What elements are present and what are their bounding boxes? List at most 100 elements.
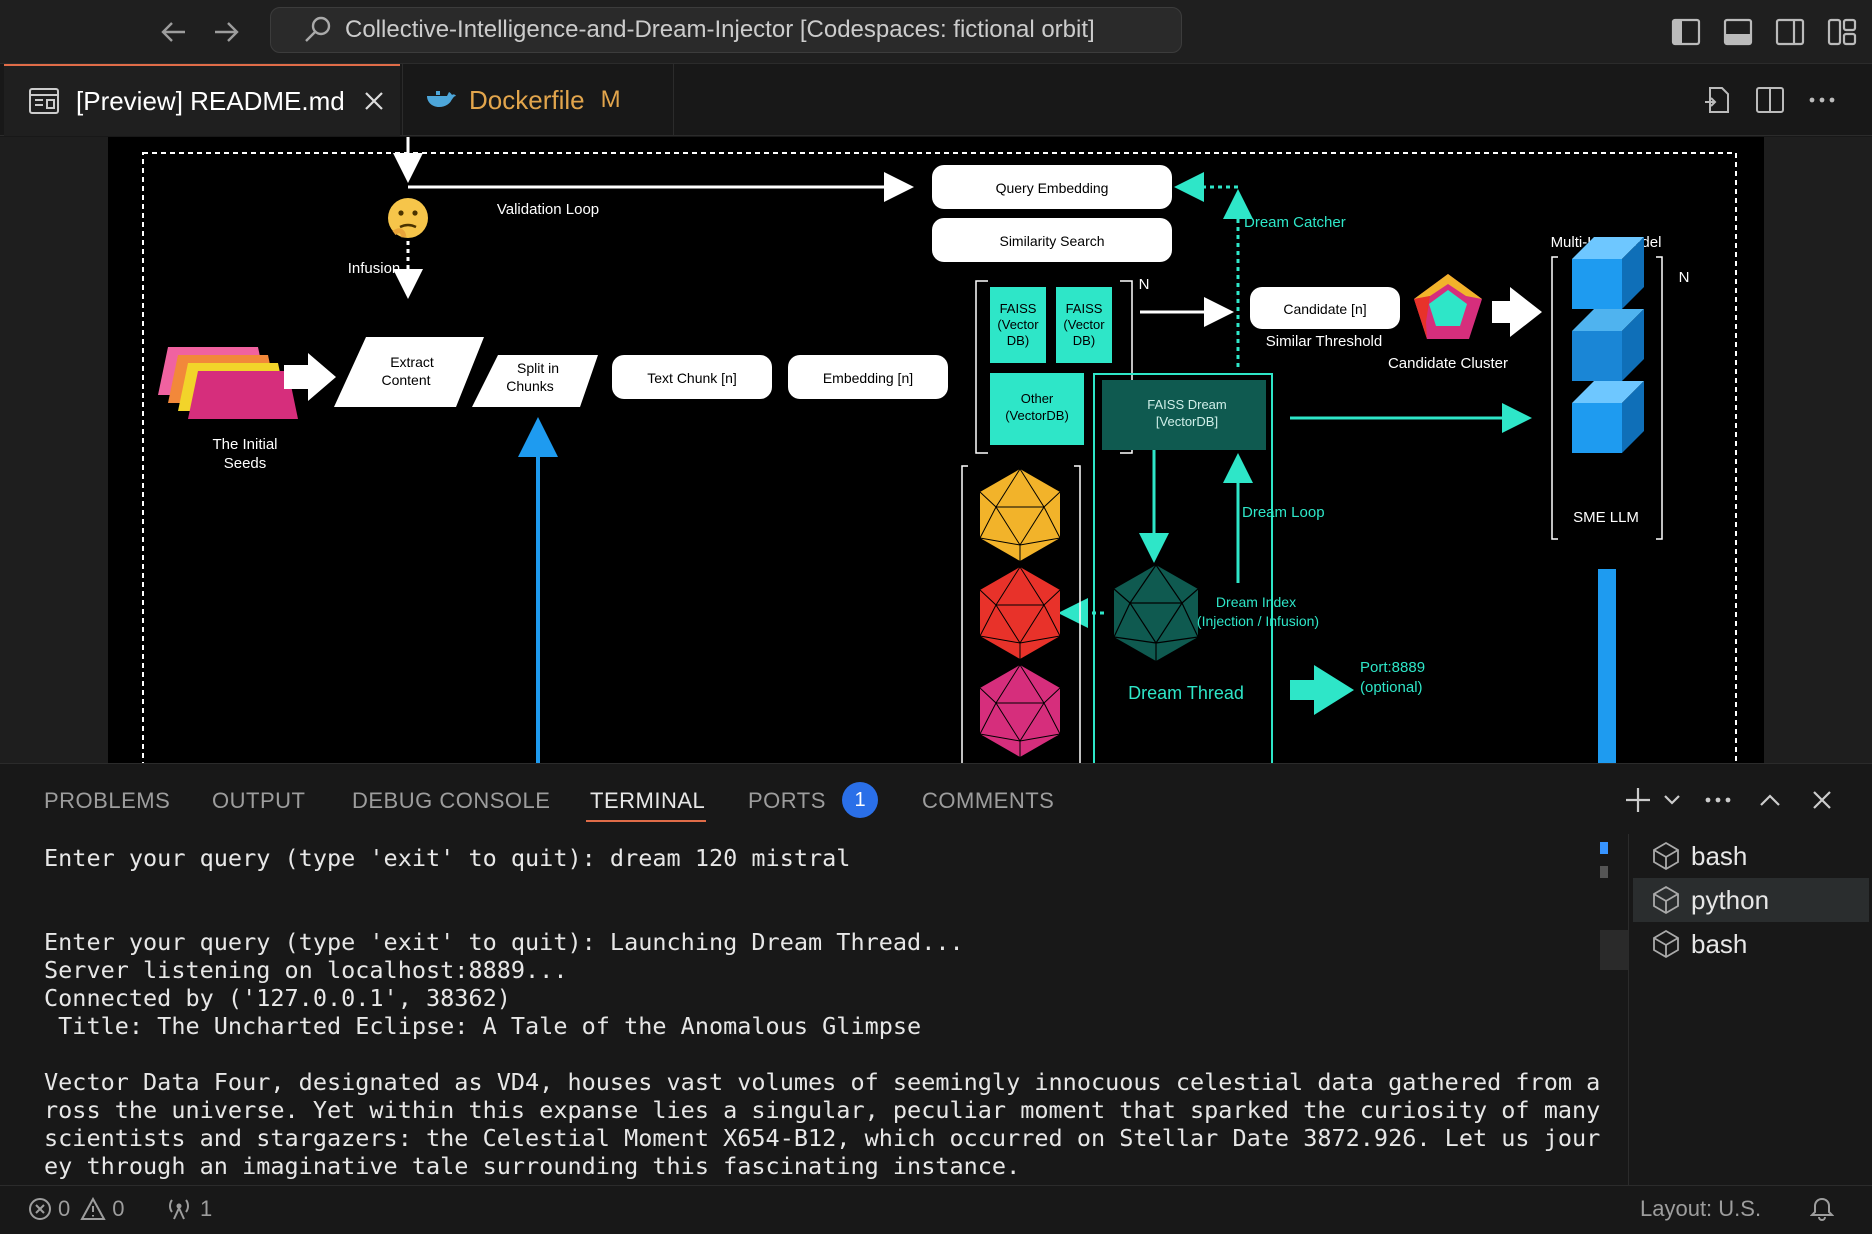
split-label-line2: Chunks — [506, 378, 553, 394]
similar-threshold-label: Similar Threshold — [1266, 333, 1382, 350]
panel-more-actions-button[interactable] — [1702, 784, 1734, 816]
markdown-preview[interactable]: Validation Loop Infusion The Initial See… — [0, 137, 1872, 763]
faiss-dream-line2: [VectorDB] — [1156, 414, 1218, 429]
ports-count: 1 — [200, 1196, 213, 1221]
close-panel-button[interactable] — [1806, 784, 1838, 816]
terminal-name: python — [1691, 884, 1770, 915]
faiss-dream-line1: FAISS Dream — [1147, 397, 1226, 412]
faiss2-line2: (Vector — [1063, 317, 1105, 332]
terminal-item-bash[interactable]: bash — [1633, 922, 1869, 966]
query-embedding-label: Query Embedding — [996, 180, 1109, 196]
terminal-line: Title: The Uncharted Eclipse: A Tale of … — [44, 1012, 922, 1040]
tab-comments[interactable]: COMMENTS — [922, 788, 1054, 814]
n-label-top: N — [1139, 276, 1150, 293]
error-count: 0 — [58, 1196, 71, 1221]
new-terminal-button[interactable] — [1622, 784, 1654, 816]
tab-readme-preview[interactable]: [Preview] README.md — [4, 64, 400, 136]
terminal-line: Vector Data Four, designated as VD4, hou… — [44, 1068, 1600, 1096]
port-label-line1: Port:8889 — [1360, 659, 1425, 676]
terminal-line: Enter your query (type 'exit' to quit): … — [44, 844, 851, 872]
tab-ports[interactable]: PORTS — [748, 788, 826, 814]
text-chunk-label: Text Chunk [n] — [647, 370, 737, 386]
tab-dockerfile[interactable]: Dockerfile M — [402, 64, 674, 136]
terminal-item-bash[interactable]: bash — [1633, 834, 1869, 878]
close-icon — [364, 92, 383, 110]
candidate-label: Candidate [n] — [1283, 301, 1366, 317]
architecture-diagram-svg: Validation Loop Infusion The Initial See… — [142, 137, 1737, 763]
tab-problems[interactable]: PROBLEMS — [44, 788, 170, 814]
go-back-button[interactable] — [156, 14, 192, 50]
shell-icon — [1653, 885, 1679, 915]
tab-terminal[interactable]: TERMINAL — [590, 788, 705, 814]
terminal-name: bash — [1691, 840, 1748, 871]
close-tab-button[interactable] — [363, 90, 385, 112]
shell-icon — [1653, 929, 1679, 959]
warning-icon — [80, 1197, 106, 1220]
architecture-diagram: Validation Loop Infusion The Initial See… — [108, 137, 1764, 763]
terminal-scrollbar[interactable] — [1600, 834, 1630, 1186]
faiss1-line1: FAISS — [1000, 301, 1037, 316]
docker-icon — [427, 91, 456, 107]
terminal-output[interactable]: Enter your query (type 'exit' to quit): … — [0, 834, 1600, 1186]
tab-label: Dockerfile — [469, 84, 585, 115]
chevron-down-icon — [1664, 795, 1680, 805]
scroll-thumb[interactable] — [1600, 930, 1628, 970]
validation-loop-label: Validation Loop — [497, 201, 599, 218]
sidebar-left-icon — [1671, 18, 1701, 46]
terminal-item-python[interactable]: python — [1633, 878, 1869, 922]
active-tab-indicator — [586, 820, 706, 822]
split-editor-icon — [1756, 87, 1784, 113]
split-label-line1: Split in — [517, 360, 559, 376]
scroll-marker — [1600, 842, 1608, 854]
go-forward-button[interactable] — [208, 14, 244, 50]
llm-cube-2 — [1572, 309, 1644, 381]
terminal-line: ross the universe. Yet within this expan… — [44, 1096, 1600, 1124]
toggle-secondary-sidebar-button[interactable] — [1772, 14, 1808, 50]
port-arrow — [1290, 665, 1354, 715]
embedding-label: Embedding [n] — [823, 370, 913, 386]
other-line1: Other — [1021, 391, 1054, 406]
toggle-panel-button[interactable] — [1720, 14, 1756, 50]
terminal-profile-dropdown[interactable] — [1656, 784, 1688, 816]
more-actions-button[interactable] — [1804, 82, 1840, 118]
customize-layout-button[interactable] — [1824, 14, 1860, 50]
ports-count-badge: 1 — [842, 782, 878, 818]
split-editor-button[interactable] — [1752, 82, 1788, 118]
maximize-panel-button[interactable] — [1754, 784, 1786, 816]
ellipsis-icon — [1809, 97, 1835, 103]
infusion-label: Infusion — [348, 260, 401, 277]
dream-index-line2: (Injection / Infusion) — [1197, 613, 1319, 629]
command-center-search[interactable]: Collective-Intelligence-and-Dream-Inject… — [270, 7, 1182, 53]
arrow-right-icon — [215, 22, 239, 42]
sidebar-right-icon — [1775, 18, 1805, 46]
open-file-icon — [1705, 87, 1729, 113]
preview-icon — [29, 88, 59, 114]
notifications-button[interactable] — [1810, 1196, 1834, 1222]
thinking-face-icon — [388, 198, 428, 238]
tab-debug-console[interactable]: DEBUG CONSOLE — [352, 788, 550, 814]
tab-output[interactable]: OUTPUT — [212, 788, 305, 814]
open-source-button[interactable] — [1700, 82, 1736, 118]
layout-grid-icon — [1827, 18, 1857, 46]
toggle-primary-sidebar-button[interactable] — [1668, 14, 1704, 50]
forwarded-ports-status[interactable]: 1 — [166, 1196, 212, 1222]
dream-loop-label: Dream Loop — [1242, 504, 1325, 521]
bottom-panel: PROBLEMS OUTPUT DEBUG CONSOLE TERMINAL P… — [0, 763, 1872, 1186]
extract-label-line2: Content — [381, 372, 430, 388]
initial-seeds-stack — [158, 347, 298, 419]
faiss1-line2: (Vector — [997, 317, 1039, 332]
similarity-search-label: Similarity Search — [999, 233, 1104, 249]
extract-label-line1: Extract — [390, 354, 434, 370]
editor-tab-bar: [Preview] README.md Dockerfile M — [0, 64, 1872, 136]
problems-status[interactable]: 0 0 — [28, 1196, 125, 1222]
faiss1-line3: DB) — [1007, 333, 1029, 348]
chevron-up-icon — [1760, 794, 1780, 806]
llm-cube-3 — [1572, 381, 1644, 453]
faiss2-line1: FAISS — [1066, 301, 1103, 316]
warning-count: 0 — [112, 1196, 125, 1221]
modified-indicator: M — [600, 86, 621, 113]
dream-catcher-label: Dream Catcher — [1244, 214, 1346, 231]
antenna-icon — [169, 1199, 189, 1220]
keyboard-layout-status[interactable]: Layout: U.S. — [1640, 1196, 1761, 1222]
terminal-line: ey through an imaginative tale surroundi… — [44, 1152, 1021, 1180]
